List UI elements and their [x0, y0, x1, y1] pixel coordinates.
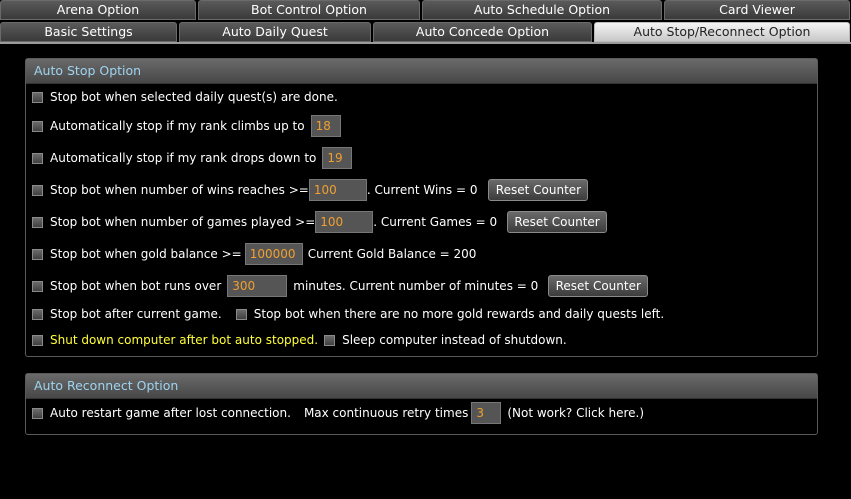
retry-label: Max continuous retry times [303, 406, 469, 420]
rank-drop-label: Automatically stop if my rank drops down… [50, 151, 317, 165]
rank-climb-input[interactable]: 18 [310, 115, 341, 137]
reset-wins-button[interactable]: Reset Counter [488, 179, 589, 201]
restart-row: Auto restart game after lost connection.… [32, 401, 644, 425]
sleep-label: Sleep computer instead of shutdown. [342, 333, 567, 347]
wins-current: . Current Wins = 0 [366, 183, 478, 197]
tab-auto-daily-quest[interactable]: Auto Daily Quest [179, 22, 371, 42]
tab-card-viewer[interactable]: Card Viewer [664, 0, 850, 20]
rank-drop-row: Automatically stop if my rank drops down… [32, 146, 353, 170]
quest-done-row: Stop bot when selected daily quest(s) ar… [32, 85, 338, 109]
reset-games-button[interactable]: Reset Counter [507, 211, 608, 233]
sleep-checkbox[interactable] [324, 334, 336, 346]
gold-current: Current Gold Balance = 200 [307, 247, 477, 261]
runs-row: Stop bot when bot runs over 300 minutes.… [32, 274, 649, 298]
after-game-row: Stop bot after current game. Stop bot wh… [32, 302, 664, 326]
quest-done-checkbox[interactable] [32, 91, 43, 103]
gold-row: Stop bot when gold balance >= 100000 Cur… [32, 242, 476, 266]
tab-arena-option[interactable]: Arena Option [0, 0, 196, 20]
tab-bot-control-option[interactable]: Bot Control Option [198, 0, 420, 20]
after-game-label: Stop bot after current game. [50, 307, 222, 321]
rank-climb-checkbox[interactable] [32, 120, 43, 132]
games-input[interactable]: 100 [315, 211, 374, 233]
gold-label: Stop bot when gold balance >= [50, 247, 242, 261]
restart-checkbox[interactable] [32, 407, 43, 419]
gold-checkbox[interactable] [32, 248, 43, 260]
games-row: Stop bot when number of games played >= … [32, 210, 608, 234]
rank-drop-checkbox[interactable] [32, 152, 43, 164]
rank-climb-label: Automatically stop if my rank climbs up … [50, 119, 305, 133]
retry-input[interactable]: 3 [471, 402, 502, 424]
shutdown-label: Shut down computer after bot auto stoppe… [50, 333, 319, 347]
tab-row-bottom: Basic Settings Auto Daily Quest Auto Con… [0, 22, 851, 43]
auto-stop-group: Auto Stop Option Stop bot when selected … [25, 58, 818, 357]
auto-stop-title: Auto Stop Option [26, 59, 817, 84]
not-work-link[interactable]: (Not work? Click here.) [507, 406, 644, 420]
wins-label: Stop bot when number of wins reaches >= [50, 183, 309, 197]
gold-input[interactable]: 100000 [244, 243, 303, 265]
shutdown-row: Shut down computer after bot auto stoppe… [32, 328, 567, 352]
reset-runs-button[interactable]: Reset Counter [548, 275, 649, 297]
auto-reconnect-group: Auto Reconnect Option Auto restart game … [25, 373, 818, 435]
runs-current: minutes. Current number of minutes = 0 [293, 279, 539, 293]
tab-underline [0, 42, 851, 44]
runs-input[interactable]: 300 [227, 275, 288, 297]
no-gold-label: Stop bot when there are no more gold rew… [253, 307, 665, 321]
rank-climb-row: Automatically stop if my rank climbs up … [32, 114, 341, 138]
tab-auto-schedule-option[interactable]: Auto Schedule Option [422, 0, 662, 20]
wins-input[interactable]: 100 [308, 179, 367, 201]
quest-done-label: Stop bot when selected daily quest(s) ar… [50, 90, 338, 104]
tab-auto-concede-option[interactable]: Auto Concede Option [373, 22, 592, 42]
after-game-checkbox[interactable] [32, 308, 43, 320]
no-gold-checkbox[interactable] [235, 308, 247, 320]
shutdown-checkbox[interactable] [32, 334, 43, 346]
games-current: . Current Games = 0 [373, 215, 498, 229]
games-label: Stop bot when number of games played >= [50, 215, 316, 229]
tab-row-top: Arena Option Bot Control Option Auto Sch… [0, 0, 851, 21]
rank-drop-input[interactable]: 19 [322, 147, 353, 169]
tab-basic-settings[interactable]: Basic Settings [0, 22, 177, 42]
restart-label: Auto restart game after lost connection. [50, 406, 291, 420]
games-checkbox[interactable] [32, 216, 43, 228]
wins-row: Stop bot when number of wins reaches >= … [32, 178, 589, 202]
auto-reconnect-title: Auto Reconnect Option [26, 374, 817, 399]
tab-auto-stop-reconnect[interactable]: Auto Stop/Reconnect Option [594, 22, 850, 42]
runs-checkbox[interactable] [32, 280, 43, 292]
wins-checkbox[interactable] [32, 184, 43, 196]
runs-label: Stop bot when bot runs over [50, 279, 222, 293]
